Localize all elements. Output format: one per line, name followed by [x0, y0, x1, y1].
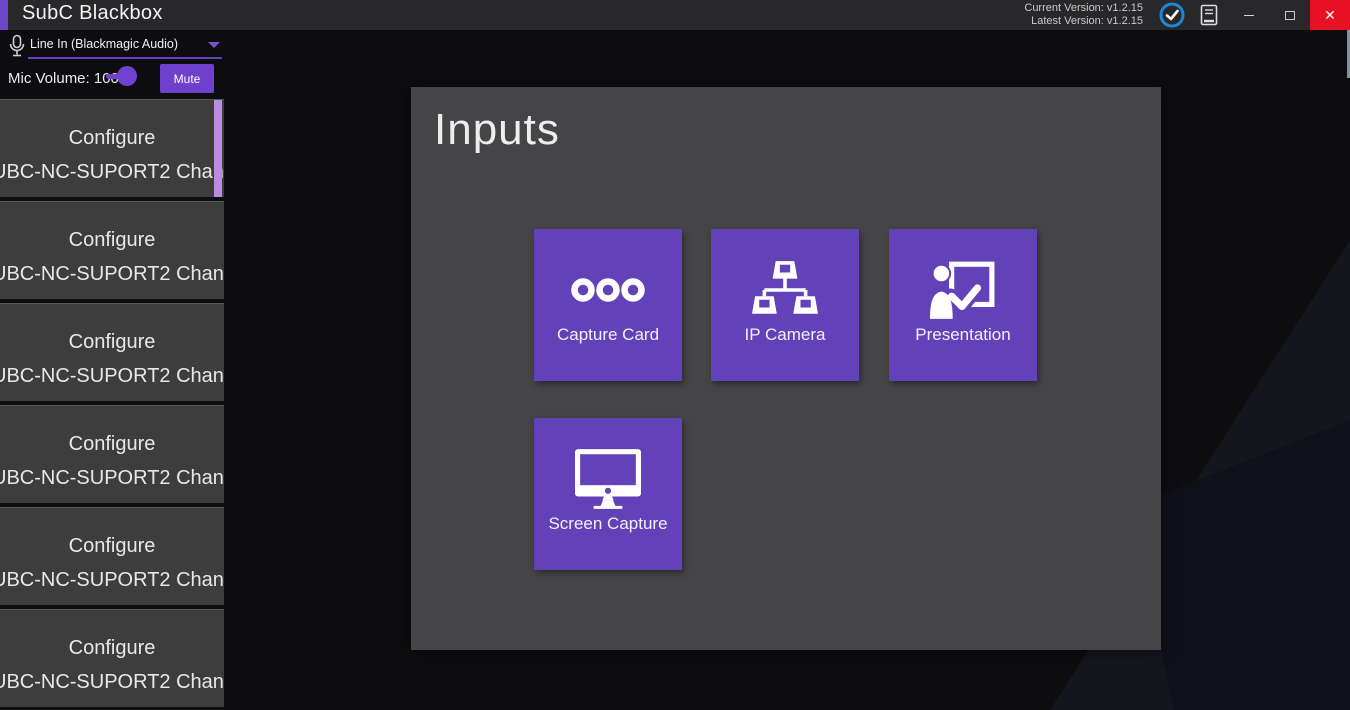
log-button[interactable]	[1196, 0, 1222, 30]
selected-indicator	[214, 100, 222, 197]
channel-item[interactable]: Configure UBC-NC-SUPORT2 Channel	[0, 303, 224, 402]
inputs-panel: Inputs Capture Card	[411, 87, 1161, 650]
capture-card-icon	[570, 277, 646, 303]
chevron-down-icon[interactable]	[208, 42, 220, 48]
channel-item[interactable]: Configure UBC-NC-SUPORT2 Channel	[0, 609, 224, 708]
version-info: Current Version: v1.2.15 Latest Version:…	[1024, 2, 1143, 28]
current-version-label: Current Version: v1.2.15	[1024, 2, 1143, 15]
channel-item[interactable]: Configure UBC-NC-SUPORT2 Channel	[0, 201, 224, 300]
close-icon: ✕	[1324, 7, 1336, 24]
channel-name: UBC-NC-SUPORT2 Channel	[0, 569, 224, 591]
channel-name: UBC-NC-SUPORT2 Channel	[0, 671, 224, 693]
channel-item[interactable]: Configure UBC-NC-SUPORT2 Channel	[0, 99, 224, 198]
titlebar: SubC Blackbox Current Version: v1.2.15 L…	[0, 0, 1350, 30]
app-title: SubC Blackbox	[22, 2, 163, 25]
mute-button[interactable]: Mute	[160, 64, 214, 93]
audio-device-select[interactable]: Line In (Blackmagic Audio)	[30, 37, 222, 55]
channel-item[interactable]: Configure UBC-NC-SUPORT2 Channel	[0, 507, 224, 606]
tile-label: Presentation	[889, 325, 1037, 345]
channel-name: UBC-NC-SUPORT2 Channel	[0, 467, 224, 489]
tile-label: Screen Capture	[534, 514, 682, 534]
tile-screen-capture[interactable]: Screen Capture	[534, 418, 682, 570]
channel-action: Configure	[69, 433, 156, 455]
channel-item[interactable]: Configure UBC-NC-SUPORT2 Channel	[0, 405, 224, 504]
log-icon	[1200, 4, 1218, 26]
channel-action: Configure	[69, 127, 156, 149]
tile-ip-camera[interactable]: IP Camera	[711, 229, 859, 381]
latest-version-label: Latest Version: v1.2.15	[1024, 15, 1143, 28]
mic-volume-label: Mic Volume: 100	[8, 70, 119, 87]
channel-name: UBC-NC-SUPORT2 Channel	[0, 365, 224, 387]
page-title: Inputs	[434, 105, 560, 155]
update-status-button[interactable]	[1157, 0, 1187, 30]
tile-label: IP Camera	[711, 325, 859, 345]
tile-label: Capture Card	[534, 325, 682, 345]
app-window: SubC Blackbox Current Version: v1.2.15 L…	[0, 0, 1350, 710]
microphone-icon	[8, 34, 26, 58]
tile-presentation[interactable]: Presentation	[889, 229, 1037, 381]
channel-action: Configure	[69, 637, 156, 659]
channel-name: UBC-NC-SUPORT2 Channel	[0, 263, 224, 285]
channel-action: Configure	[69, 535, 156, 557]
check-circle-icon	[1159, 2, 1185, 28]
accent-corner	[0, 0, 8, 30]
select-underline	[28, 57, 222, 59]
channel-name: UBC-NC-SUPORT2 Channel	[0, 161, 224, 183]
presentation-icon	[930, 261, 996, 319]
minimize-button[interactable]	[1228, 0, 1270, 30]
channel-action: Configure	[69, 229, 156, 251]
channel-action: Configure	[69, 331, 156, 353]
maximize-button[interactable]	[1270, 0, 1310, 30]
ip-camera-icon	[752, 259, 818, 321]
maximize-icon	[1285, 11, 1295, 20]
mic-volume-slider[interactable]	[104, 64, 140, 88]
tile-capture-card[interactable]: Capture Card	[534, 229, 682, 381]
minimize-icon	[1244, 15, 1254, 16]
close-button[interactable]: ✕	[1310, 0, 1350, 30]
audio-controls: Line In (Blackmagic Audio) Mic Volume: 1…	[0, 30, 370, 96]
slider-thumb[interactable]	[117, 66, 137, 86]
screen-capture-icon	[575, 449, 641, 509]
